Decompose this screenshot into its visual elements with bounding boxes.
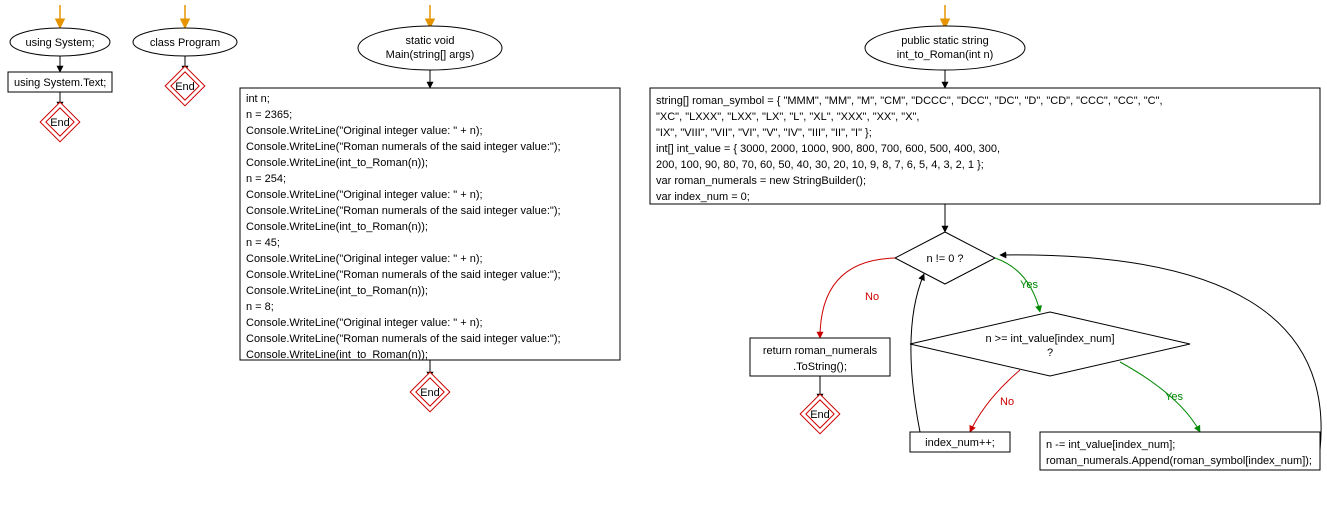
process-return-l2: .ToString(); bbox=[793, 361, 847, 373]
svg-text:Console.WriteLine("Roman numer: Console.WriteLine("Roman numerals of the… bbox=[246, 205, 561, 217]
svg-text:"IX", "VIII", "VII", "VI", "V": "IX", "VIII", "VII", "VI", "V", "IV", "I… bbox=[656, 127, 872, 139]
svg-text:Console.WriteLine("Original in: Console.WriteLine("Original integer valu… bbox=[246, 125, 483, 137]
process-using-text-label: using System.Text; bbox=[14, 77, 106, 89]
start-using-system-label: using System; bbox=[25, 37, 94, 49]
svg-text:Console.WriteLine("Roman numer: Console.WriteLine("Roman numerals of the… bbox=[246, 333, 561, 345]
svg-text:n = 254;: n = 254; bbox=[246, 173, 286, 185]
edge-d1-no bbox=[820, 258, 895, 338]
svg-text:n = 2365;: n = 2365; bbox=[246, 109, 292, 121]
start-main bbox=[358, 26, 502, 70]
flowchart-canvas: using System; using System.Text; End cla… bbox=[0, 0, 1327, 505]
end-main-label: End bbox=[420, 387, 440, 399]
decision-compare-l1: n >= int_value[index_num] bbox=[985, 333, 1114, 345]
start-main-label2: Main(string[] args) bbox=[386, 49, 475, 61]
start-func-label1: public static string bbox=[901, 35, 988, 47]
edge-idx-loopback bbox=[911, 274, 924, 432]
edge-d2-yes-label: Yes bbox=[1165, 391, 1183, 403]
svg-text:200, 100, 90, 80, 70, 60, 50,: 200, 100, 90, 80, 70, 60, 50, 40, 30, 20… bbox=[656, 159, 984, 171]
process-index-inc-label: index_num++; bbox=[925, 437, 995, 449]
start-main-label1: static void bbox=[406, 35, 455, 47]
edge-d1-yes-label: Yes bbox=[1020, 279, 1038, 291]
edge-d2-yes bbox=[1120, 362, 1200, 432]
decision-compare-l2: ? bbox=[1047, 347, 1053, 359]
end-class-label: End bbox=[175, 81, 195, 93]
svg-text:Console.WriteLine(int_to_Roman: Console.WriteLine(int_to_Roman(n)); bbox=[246, 349, 428, 361]
svg-text:Console.WriteLine("Original in: Console.WriteLine("Original integer valu… bbox=[246, 253, 483, 265]
svg-text:"XC", "LXXX", "LXX", "LX", "L": "XC", "LXXX", "LXX", "LX", "L", "XL", "X… bbox=[656, 111, 920, 123]
edge-d1-no-label: No bbox=[865, 291, 879, 303]
process-assign-l2: roman_numerals.Append(roman_symbol[index… bbox=[1046, 455, 1312, 467]
process-assign-l1: n -= int_value[index_num]; bbox=[1046, 439, 1175, 451]
svg-text:Console.WriteLine(int_to_Roman: Console.WriteLine(int_to_Roman(n)); bbox=[246, 285, 428, 297]
decision-n-nonzero-label: n != 0 ? bbox=[926, 253, 963, 265]
svg-text:n = 45;: n = 45; bbox=[246, 237, 280, 249]
svg-text:int[] int_value = { 3000, 2000: int[] int_value = { 3000, 2000, 1000, 90… bbox=[656, 143, 1000, 155]
svg-text:int n;: int n; bbox=[246, 93, 270, 105]
svg-text:var index_num = 0;: var index_num = 0; bbox=[656, 191, 750, 203]
svg-text:Console.WriteLine("Original in: Console.WriteLine("Original integer valu… bbox=[246, 317, 483, 329]
svg-text:n = 8;: n = 8; bbox=[246, 301, 274, 313]
start-class-label: class Program bbox=[150, 37, 220, 49]
process-return-l1: return roman_numerals bbox=[763, 345, 878, 357]
end-func-label: End bbox=[810, 409, 830, 421]
svg-text:string[] roman_symbol = { "MMM: string[] roman_symbol = { "MMM", "MM", "… bbox=[656, 95, 1163, 107]
start-func bbox=[865, 26, 1025, 70]
start-func-label2: int_to_Roman(int n) bbox=[897, 49, 994, 61]
end-class: End bbox=[165, 66, 205, 106]
svg-text:Console.WriteLine("Original in: Console.WriteLine("Original integer valu… bbox=[246, 189, 483, 201]
svg-text:var roman_numerals = new Strin: var roman_numerals = new StringBuilder()… bbox=[656, 175, 866, 187]
edge-d2-no-label: No bbox=[1000, 396, 1014, 408]
svg-text:Console.WriteLine(int_to_Roman: Console.WriteLine(int_to_Roman(n)); bbox=[246, 221, 428, 233]
end-func: End bbox=[800, 394, 840, 434]
svg-text:Console.WriteLine("Roman numer: Console.WriteLine("Roman numerals of the… bbox=[246, 141, 561, 153]
svg-text:Console.WriteLine(int_to_Roman: Console.WriteLine(int_to_Roman(n)); bbox=[246, 157, 428, 169]
end-main: End bbox=[410, 372, 450, 412]
end-using: End bbox=[40, 102, 80, 142]
svg-text:Console.WriteLine("Roman numer: Console.WriteLine("Roman numerals of the… bbox=[246, 269, 561, 281]
end-using-label: End bbox=[50, 117, 70, 129]
